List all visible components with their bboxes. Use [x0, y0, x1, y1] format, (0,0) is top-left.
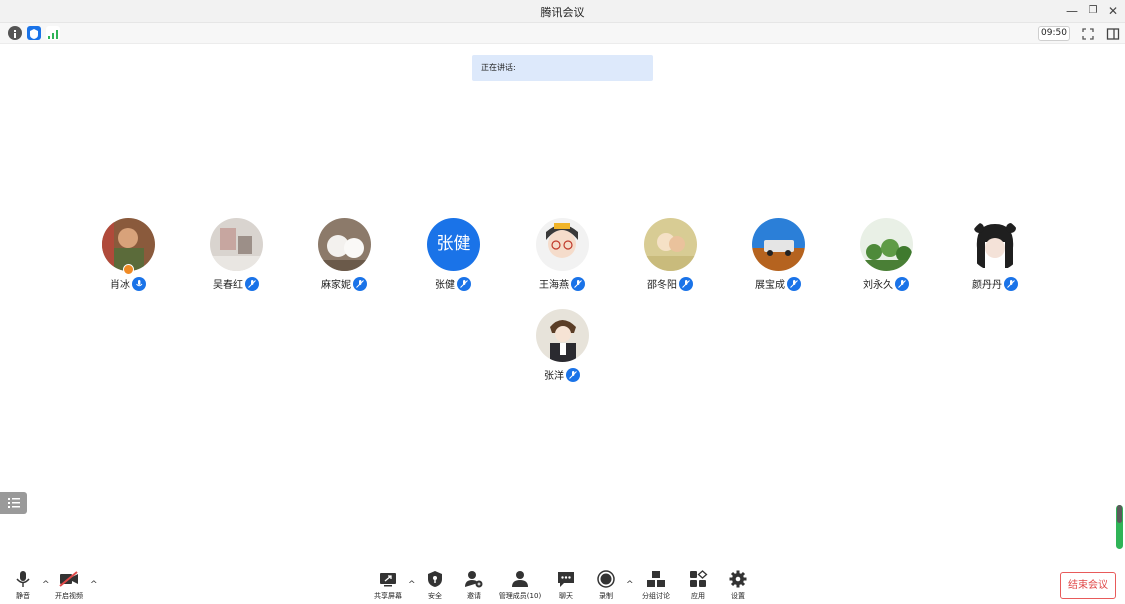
participant-name: 邵冬阳	[647, 280, 677, 291]
video-options-caret[interactable]: ^	[90, 580, 98, 590]
avatar	[210, 218, 263, 271]
title-bar: 腾讯会议 — ❐ ✕	[0, 0, 1125, 23]
share-screen-button[interactable]: 共享屏幕	[363, 570, 413, 602]
avatar	[536, 309, 589, 362]
end-meeting-button[interactable]: 结束会议	[1060, 572, 1116, 599]
start-video-button[interactable]: 开启视频	[44, 570, 94, 602]
mute-button[interactable]: 静音	[0, 570, 48, 602]
chat-bubble-icon	[558, 572, 574, 587]
list-icon	[8, 498, 20, 508]
security-shield-icon	[428, 571, 442, 587]
members-icon	[512, 571, 528, 587]
breakout-rooms-icon	[647, 571, 665, 587]
mic-icon[interactable]	[132, 277, 146, 291]
participant-name: 张洋	[544, 371, 564, 382]
meeting-timer: 09:50	[1038, 26, 1070, 41]
signal-icon[interactable]	[46, 26, 60, 40]
mic-muted-icon[interactable]	[679, 277, 693, 291]
share-screen-icon	[380, 573, 396, 587]
participant-tile[interactable]: 张健 张健	[403, 218, 503, 298]
participant-tile[interactable]: 王海燕	[512, 218, 612, 298]
microphone-icon	[16, 571, 30, 587]
invite-button[interactable]: 邀请	[449, 570, 499, 602]
participant-tile[interactable]: 颜丹丹	[945, 218, 1045, 298]
participant-tile[interactable]: 肖冰	[78, 218, 178, 298]
record-button[interactable]: 录制	[581, 570, 631, 602]
mic-muted-icon[interactable]	[787, 277, 801, 291]
gear-icon	[729, 570, 747, 588]
participant-name: 麻家妮	[321, 280, 351, 291]
avatar	[318, 218, 371, 271]
member-list-toggle[interactable]	[0, 492, 27, 514]
record-icon	[597, 570, 615, 588]
info-icon[interactable]	[8, 26, 22, 40]
mic-muted-icon[interactable]	[571, 277, 585, 291]
mic-muted-icon[interactable]	[245, 277, 259, 291]
restore-button[interactable]: ❐	[1085, 3, 1101, 19]
participant-name: 肖冰	[110, 280, 130, 291]
apps-grid-icon	[690, 570, 708, 587]
avatar	[860, 218, 913, 271]
invite-user-icon	[465, 571, 483, 588]
meeting-toolbar: 09:50	[0, 23, 1125, 44]
participant-name: 刘永久	[863, 280, 893, 291]
avatar	[752, 218, 805, 271]
participant-name: 展宝成	[755, 280, 785, 291]
participant-tile[interactable]: 展宝成	[728, 218, 828, 298]
avatar-text: 张健	[427, 218, 480, 271]
mic-muted-icon[interactable]	[353, 277, 367, 291]
sidebar-toggle-icon[interactable]	[1106, 26, 1120, 40]
shield-icon[interactable]	[27, 26, 41, 40]
avatar	[536, 218, 589, 271]
host-badge	[123, 264, 134, 275]
mic-muted-icon[interactable]	[566, 368, 580, 382]
speaking-banner: 正在讲话:	[472, 55, 653, 81]
participant-tile[interactable]: 邵冬阳	[620, 218, 720, 298]
participant-name: 吴春红	[213, 280, 243, 291]
participant-name: 颜丹丹	[972, 280, 1002, 291]
mic-muted-icon[interactable]	[1004, 277, 1018, 291]
participant-tile[interactable]: 张洋	[512, 309, 612, 389]
settings-button[interactable]: 设置	[713, 570, 763, 602]
avatar	[969, 218, 1022, 271]
participant-tile[interactable]: 麻家妮	[294, 218, 394, 298]
participant-name: 张健	[435, 280, 455, 291]
mic-muted-icon[interactable]	[457, 277, 471, 291]
participant-name: 王海燕	[539, 280, 569, 291]
bottom-control-bar: 静音 ^ 开启视频 ^ 共享屏幕 ^ 安全 邀请 管理成员(10) 聊天 录制 …	[0, 560, 1125, 604]
fullscreen-icon[interactable]	[1081, 26, 1095, 40]
window-title: 腾讯会议	[540, 6, 585, 19]
minimize-button[interactable]: —	[1064, 3, 1080, 19]
close-button[interactable]: ✕	[1105, 3, 1121, 19]
mic-muted-icon[interactable]	[895, 277, 909, 291]
avatar	[644, 218, 697, 271]
participant-tile[interactable]: 刘永久	[836, 218, 936, 298]
volume-indicator	[1116, 505, 1123, 549]
participant-tile[interactable]: 吴春红	[186, 218, 286, 298]
manage-members-button[interactable]: 管理成员(10)	[495, 570, 545, 602]
video-off-icon	[59, 571, 78, 587]
